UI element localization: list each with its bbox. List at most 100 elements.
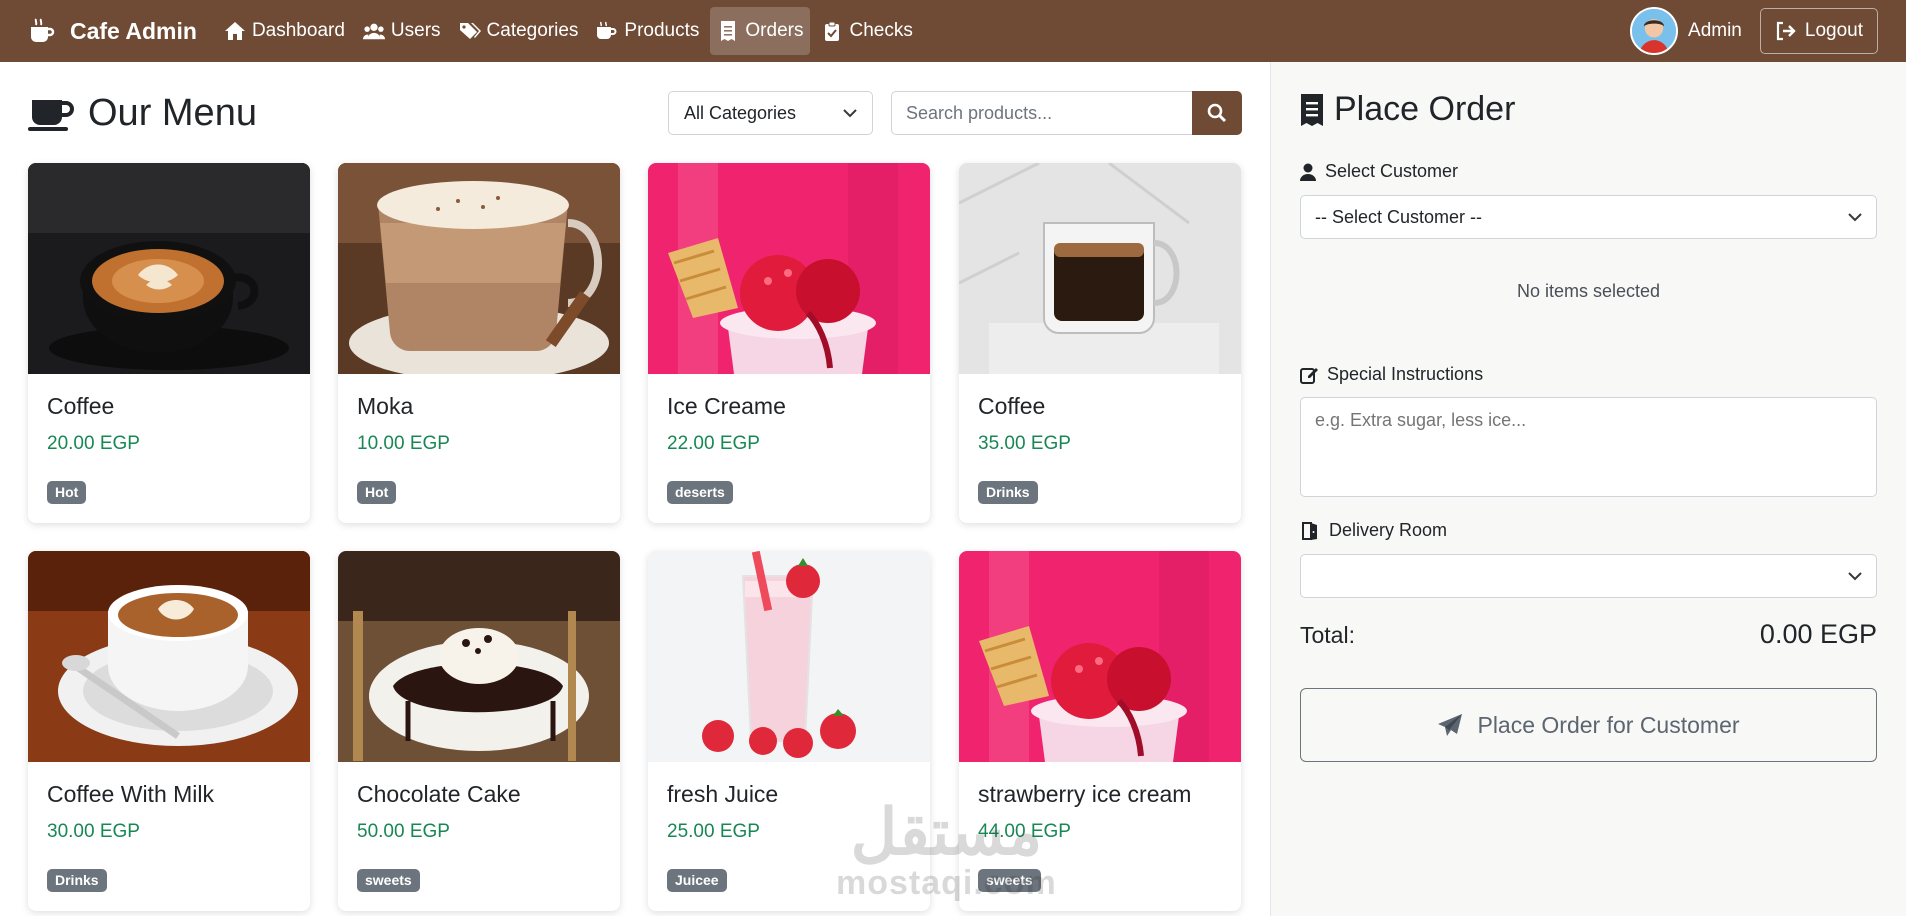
product-card[interactable]: fresh Juice 25.00 EGP Juicee	[648, 551, 930, 911]
product-image	[959, 163, 1241, 374]
product-name: strawberry ice cream	[978, 781, 1192, 807]
total-row: Total: 0.00 EGP	[1300, 619, 1877, 650]
avatar[interactable]	[1630, 7, 1679, 55]
nav-users[interactable]: Users	[356, 7, 448, 55]
product-name: Coffee With Milk	[47, 781, 215, 807]
category-badge: Juicee	[667, 869, 727, 892]
chevron-down-icon	[1848, 213, 1862, 222]
nav-label: Users	[390, 20, 441, 41]
home-icon	[224, 22, 245, 40]
product-card[interactable]: Coffee 20.00 EGP Hot	[28, 163, 310, 523]
customer-label: Select Customer	[1300, 161, 1458, 182]
nav-label: Checks	[849, 20, 913, 41]
chevron-down-icon	[1848, 572, 1862, 581]
product-image	[338, 163, 620, 374]
instructions-label-text: Special Instructions	[1327, 364, 1484, 384]
product-price: 30.00 EGP	[47, 821, 140, 842]
room-label-text: Delivery Room	[1329, 520, 1448, 540]
users-icon	[362, 23, 385, 40]
logout-button[interactable]: Logout	[1759, 8, 1878, 54]
category-badge: Drinks	[978, 481, 1038, 504]
receipt-icon	[721, 21, 736, 41]
product-image	[28, 163, 310, 374]
product-name: fresh Juice	[667, 781, 779, 807]
avatar-image	[1632, 9, 1677, 53]
product-name: Chocolate Cake	[357, 781, 521, 807]
coffee-mug-icon	[31, 18, 55, 42]
category-badge: deserts	[667, 481, 733, 504]
product-name: Moka	[357, 393, 414, 419]
nav-dashboard[interactable]: Dashboard	[217, 7, 352, 55]
product-card[interactable]: Coffee With Milk 30.00 EGP Drinks	[28, 551, 310, 911]
nav-products[interactable]: Products	[589, 7, 706, 55]
customer-select[interactable]: -- Select Customer --	[1300, 195, 1877, 239]
product-price: 10.00 EGP	[357, 433, 450, 454]
nav-label: Categories	[486, 20, 579, 41]
user-icon	[1300, 163, 1316, 181]
product-price: 20.00 EGP	[47, 433, 140, 454]
category-select-value: All Categories	[684, 102, 797, 123]
nav-label: Orders	[745, 20, 804, 41]
coffee-cup-icon	[28, 99, 74, 131]
product-name: Ice Creame	[667, 393, 786, 419]
user-name[interactable]: Admin	[1688, 20, 1742, 42]
receipt-icon	[1301, 93, 1323, 126]
brand-title: Cafe Admin	[70, 17, 197, 44]
room-select[interactable]	[1300, 554, 1877, 598]
order-title: Place Order	[1300, 90, 1515, 129]
product-name: Coffee	[978, 393, 1046, 419]
nav-checks[interactable]: Checks	[814, 7, 919, 55]
place-order-label: Place Order for Customer	[1477, 711, 1740, 738]
product-image	[959, 551, 1241, 762]
empty-order-text: No items selected	[1516, 281, 1661, 301]
page-title-text: Our Menu	[88, 92, 257, 134]
category-badge: sweets	[357, 869, 420, 892]
category-badge: Hot	[357, 481, 397, 504]
product-image	[648, 163, 930, 374]
order-title-text: Place Order	[1334, 90, 1516, 128]
customer-label-text: Select Customer	[1325, 161, 1459, 181]
door-open-icon	[1302, 521, 1317, 540]
category-badge: sweets	[978, 869, 1041, 892]
chevron-down-icon	[843, 109, 857, 118]
search-input[interactable]	[891, 91, 1192, 135]
product-name: Coffee	[47, 393, 115, 419]
instructions-textarea[interactable]	[1300, 397, 1877, 497]
search-button[interactable]	[1192, 91, 1242, 135]
paper-plane-icon	[1438, 714, 1463, 736]
product-image	[648, 551, 930, 762]
product-card[interactable]: Ice Creame 22.00 EGP deserts	[648, 163, 930, 523]
product-image	[338, 551, 620, 762]
place-order-button[interactable]: Place Order for Customer	[1300, 688, 1877, 762]
category-select[interactable]: All Categories	[668, 91, 873, 135]
nav-categories[interactable]: Categories	[452, 7, 586, 55]
mug-icon	[597, 21, 617, 39]
product-price: 25.00 EGP	[667, 821, 760, 842]
product-card[interactable]: Moka 10.00 EGP Hot	[338, 163, 620, 523]
search-group	[891, 91, 1242, 135]
sign-out-icon	[1776, 21, 1796, 41]
tags-icon	[459, 23, 481, 39]
nav-orders[interactable]: Orders	[710, 7, 811, 55]
product-card[interactable]: strawberry ice cream 44.00 EGP sweets	[959, 551, 1241, 911]
instructions-label: Special Instructions	[1300, 364, 1483, 385]
product-card[interactable]: Coffee 35.00 EGP Drinks	[959, 163, 1241, 523]
product-price: 44.00 EGP	[978, 821, 1071, 842]
brand[interactable]: Cafe Admin	[28, 17, 197, 45]
product-card[interactable]: Chocolate Cake 50.00 EGP sweets	[338, 551, 620, 911]
order-panel: Place Order Select Customer -- Select Cu…	[1270, 62, 1906, 916]
clipboard-check-icon	[825, 21, 840, 41]
total-label: Total:	[1300, 622, 1355, 648]
category-badge: Drinks	[47, 869, 107, 892]
category-badge: Hot	[47, 481, 87, 504]
nav-label: Products	[624, 20, 700, 41]
product-image	[28, 551, 310, 762]
nav-label: Dashboard	[251, 20, 345, 41]
customer-select-value: -- Select Customer --	[1315, 206, 1483, 227]
top-navbar: Cafe Admin Dashboard Users Categories Pr…	[0, 0, 1906, 62]
total-value: 0.00 EGP	[1759, 619, 1877, 649]
product-price: 22.00 EGP	[667, 433, 760, 454]
room-label: Delivery Room	[1300, 520, 1447, 541]
product-price: 50.00 EGP	[357, 821, 450, 842]
product-price: 35.00 EGP	[978, 433, 1071, 454]
